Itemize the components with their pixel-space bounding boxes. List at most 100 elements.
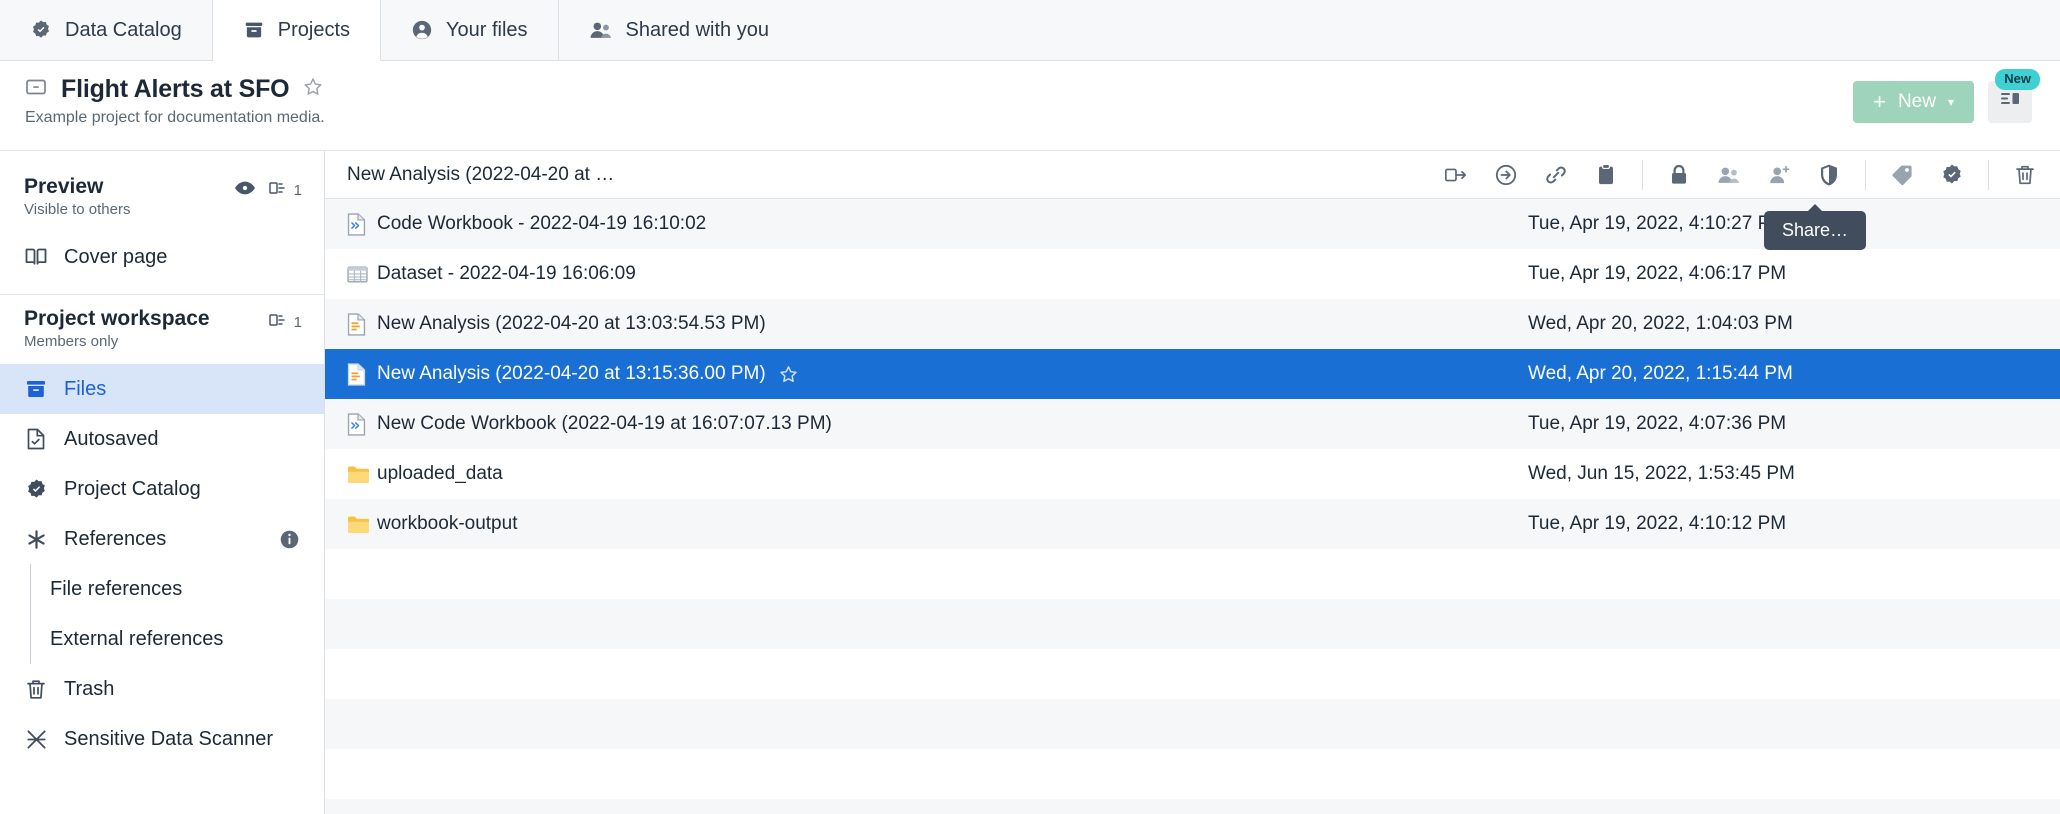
file-date: Tue, Apr 19, 2022, 4:10:12 PM: [1528, 513, 1787, 534]
tag-icon[interactable]: [1877, 151, 1927, 199]
topnav-label-your-files: Your files: [446, 18, 528, 41]
info-icon[interactable]: [279, 529, 300, 550]
breadcrumb[interactable]: New Analysis (2022-04-20 at …: [347, 164, 614, 186]
shield-icon[interactable]: [1804, 151, 1854, 199]
table-row[interactable]: Dataset - 2022-04-19 16:06:09 Tue, Apr 1…: [325, 249, 2060, 299]
table-row[interactable]: New Code Workbook (2022-04-19 at 16:07:0…: [325, 399, 2060, 449]
file-name: New Analysis (2022-04-20 at 13:03:54.53 …: [377, 313, 766, 334]
file-name: New Code Workbook (2022-04-19 at 16:07:0…: [377, 413, 832, 434]
link-icon[interactable]: [1531, 151, 1581, 199]
file-name: New Analysis (2022-04-20 at 13:15:36.00 …: [377, 363, 766, 384]
sidebar-divider-1: [0, 294, 324, 295]
topnav-label-data-catalog: Data Catalog: [65, 18, 182, 41]
empty-row: [325, 749, 2060, 799]
file-list: Code Workbook - 2022-04-19 16:10:02 Tue,…: [325, 199, 2060, 814]
user-circle-icon: [411, 19, 433, 41]
toolbar-separator: [1642, 159, 1643, 190]
project-box-icon: [24, 75, 48, 104]
file-date: Wed, Apr 20, 2022, 1:04:03 PM: [1528, 313, 1793, 334]
check-badge-icon[interactable]: [1927, 151, 1977, 199]
move-icon[interactable]: [1481, 151, 1531, 199]
sidebar-item-cover-page[interactable]: Cover page: [0, 232, 324, 282]
dataset-icon: [347, 265, 377, 284]
sidebar-subitem-file-references[interactable]: File references: [0, 564, 324, 614]
clipboard-icon[interactable]: [1581, 151, 1631, 199]
topnav-item-data-catalog[interactable]: Data Catalog: [0, 0, 213, 60]
toolbar-actions: [1431, 151, 2060, 198]
sidebar-subitem-external-references[interactable]: External references: [0, 614, 324, 664]
new-button[interactable]: + New ▾: [1853, 81, 1974, 123]
sidebar-item-autosaved[interactable]: Autosaved: [0, 414, 324, 464]
check-badge-icon: [30, 19, 52, 41]
scanner-icon: [24, 728, 48, 751]
add-user-icon[interactable]: [1754, 151, 1804, 199]
trash-icon: [24, 678, 48, 701]
sidebar-item-sensitive-data-scanner[interactable]: Sensitive Data Scanner: [0, 714, 324, 764]
archive-box-icon: [24, 377, 48, 401]
sidebar-item-trash[interactable]: Trash: [0, 664, 324, 714]
group-icon: [268, 312, 289, 333]
trash-icon[interactable]: [2000, 151, 2050, 199]
users-icon: [589, 19, 613, 41]
share-users-icon[interactable]: [1704, 151, 1754, 199]
top-navigation: Data Catalog Projects Your files Shared …: [0, 0, 2060, 61]
sidebar-preview-section: Preview Visible to others 1: [0, 165, 324, 222]
sidebar-label-references: References: [64, 527, 167, 550]
file-date: Wed, Jun 15, 2022, 1:53:45 PM: [1528, 463, 1795, 484]
eye-icon[interactable]: [234, 181, 255, 200]
lock-icon[interactable]: [1654, 151, 1704, 199]
table-row[interactable]: uploaded_data Wed, Jun 15, 2022, 1:53:45…: [325, 449, 2060, 499]
chevron-down-icon: ▾: [1947, 95, 1954, 109]
book-open-icon: [24, 246, 48, 268]
share-tooltip: Share…: [1764, 211, 1867, 250]
sidebar-workspace-members[interactable]: 1: [268, 312, 302, 333]
topnav-item-projects[interactable]: Projects: [212, 0, 381, 61]
sidebar-label-files: Files: [64, 377, 107, 400]
table-row[interactable]: New Analysis (2022-04-20 at 13:03:54.53 …: [325, 299, 2060, 349]
sidebar-workspace-section: Project workspace Members only 1: [0, 297, 324, 354]
sidebar-workspace-meta: 1: [268, 307, 302, 333]
sidebar-workspace-subtitle: Members only: [24, 333, 119, 350]
rename-icon[interactable]: [1431, 151, 1481, 199]
sidebar-label-autosaved: Autosaved: [64, 427, 159, 450]
folder-icon: [347, 465, 377, 484]
sidebar-item-references[interactable]: References: [0, 514, 324, 564]
file-name: workbook-output: [377, 513, 518, 534]
file-date: Wed, Apr 20, 2022, 1:15:44 PM: [1528, 363, 1793, 384]
topnav-item-your-files[interactable]: Your files: [381, 0, 559, 60]
sidebar-workspace-members-count: 1: [293, 314, 302, 331]
sidebar-label-project-catalog: Project Catalog: [64, 477, 201, 500]
sidebar-workspace-text: Project workspace Members only: [24, 307, 210, 350]
code-workbook-icon: [347, 412, 377, 436]
star-outline-icon[interactable]: [778, 364, 799, 385]
sidebar-label-external-references: External references: [50, 627, 224, 650]
sidebar-preview-title: Preview: [24, 175, 104, 198]
document-check-icon: [24, 427, 48, 451]
code-workbook-icon: [347, 212, 377, 236]
layout-panel-icon: [1998, 89, 2022, 116]
body: Preview Visible to others 1 Cover page P…: [0, 151, 2060, 814]
sidebar-label-file-references: File references: [50, 577, 183, 600]
empty-row: [325, 699, 2060, 749]
file-date: Tue, Apr 19, 2022, 4:10:27 PM: [1528, 213, 1787, 234]
analysis-icon: [347, 362, 377, 386]
sidebar-preview-text: Preview Visible to others: [24, 175, 130, 218]
file-date: Tue, Apr 19, 2022, 4:06:17 PM: [1528, 263, 1787, 284]
sidebar-preview-subtitle: Visible to others: [24, 201, 131, 218]
star-outline-icon[interactable]: [302, 76, 324, 103]
layout-panel-button[interactable]: New: [1988, 69, 2040, 123]
table-row[interactable]: New Analysis (2022-04-20 at 13:15:36.00 …: [325, 349, 2060, 399]
check-badge-icon: [24, 478, 48, 501]
topnav-item-shared-with-you[interactable]: Shared with you: [559, 0, 799, 60]
table-row[interactable]: workbook-output Tue, Apr 19, 2022, 4:10:…: [325, 499, 2060, 549]
empty-row: [325, 549, 2060, 599]
sidebar-item-files[interactable]: Files: [0, 364, 324, 414]
new-feature-badge: New: [1995, 69, 2040, 90]
sidebar-preview-members[interactable]: 1: [268, 180, 302, 201]
sidebar: Preview Visible to others 1 Cover page P…: [0, 151, 325, 814]
toolbar-separator: [1865, 159, 1866, 190]
sidebar-item-project-catalog[interactable]: Project Catalog: [0, 464, 324, 514]
file-date: Tue, Apr 19, 2022, 4:07:36 PM: [1528, 413, 1787, 434]
sidebar-workspace-title: Project workspace: [24, 307, 210, 330]
sidebar-label-trash: Trash: [64, 677, 115, 700]
